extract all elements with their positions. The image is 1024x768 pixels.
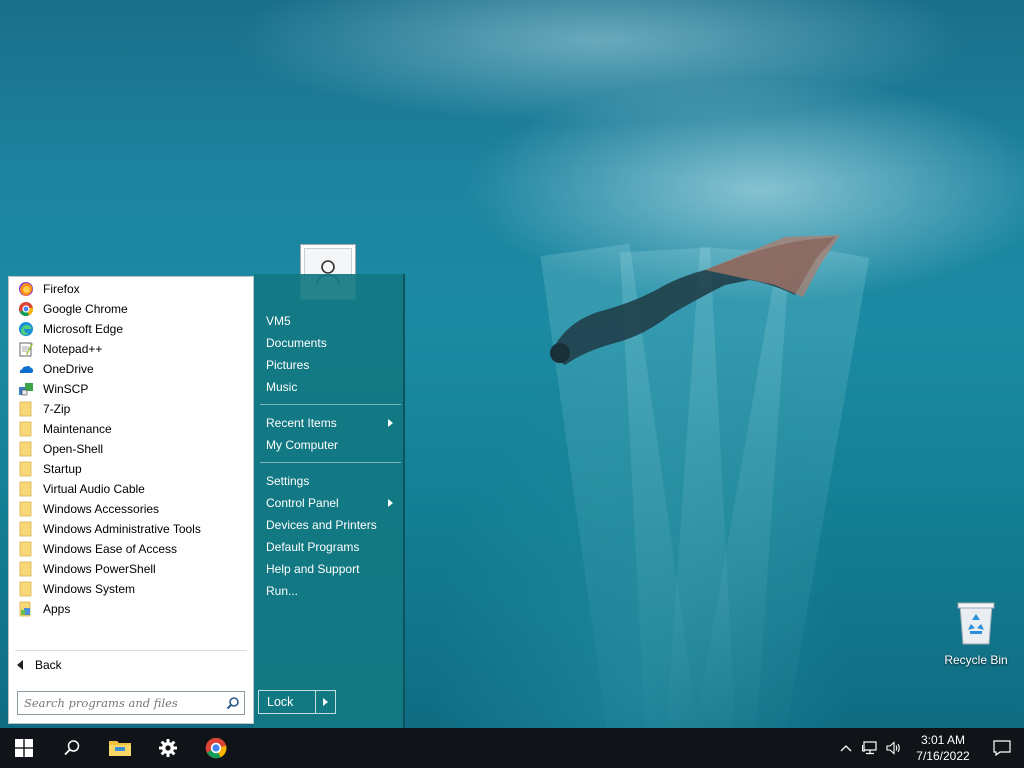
back-arrow-icon	[17, 660, 23, 670]
program-folder-windows-administrative-tools[interactable]: Windows Administrative Tools	[9, 519, 253, 539]
right-item-help-support[interactable]: Help and Support	[260, 558, 401, 580]
program-folder-windows-ease-of-access[interactable]: Windows Ease of Access	[9, 539, 253, 559]
folder-icon	[17, 480, 35, 498]
show-hidden-icons-button[interactable]	[834, 728, 858, 768]
search-box[interactable]	[17, 691, 245, 715]
folder-icon	[17, 420, 35, 438]
program-folder-virtual-audio-cable[interactable]: Virtual Audio Cable	[9, 479, 253, 499]
apps-icon	[17, 600, 35, 618]
speaker-icon	[886, 741, 900, 755]
program-folder-open-shell[interactable]: Open-Shell	[9, 439, 253, 459]
folder-icon	[17, 560, 35, 578]
winscp-icon	[17, 380, 35, 398]
clock-time: 3:01 AM	[920, 733, 966, 747]
right-item-devices-printers[interactable]: Devices and Printers	[260, 514, 401, 536]
search-input[interactable]	[18, 692, 222, 714]
volume-button[interactable]	[882, 728, 906, 768]
lock-button[interactable]: Lock	[259, 691, 315, 713]
program-onedrive[interactable]: OneDrive	[9, 359, 253, 379]
lock-button-group: Lock	[258, 690, 336, 714]
taskbar-chrome[interactable]	[192, 728, 240, 768]
start-menu-right-list: VM5 Documents Pictures Music Recent Item…	[260, 310, 401, 602]
program-folder-windows-system[interactable]: Windows System	[9, 579, 253, 599]
taskbar-file-explorer[interactable]	[96, 728, 144, 768]
right-item-documents[interactable]: Documents	[260, 332, 401, 354]
submenu-arrow-icon	[388, 419, 393, 427]
search-icon[interactable]	[222, 692, 244, 714]
right-item-music[interactable]: Music	[260, 376, 401, 398]
right-item-user[interactable]: VM5	[260, 310, 401, 332]
right-item-control-panel[interactable]: Control Panel	[260, 492, 401, 514]
program-microsoft-edge[interactable]: Microsoft Edge	[9, 319, 253, 339]
system-tray: 3:01 AM 7/16/2022	[834, 728, 1024, 768]
network-button[interactable]	[858, 728, 882, 768]
folder-icon	[17, 500, 35, 518]
program-notepad-plus-plus[interactable]: Notepad++	[9, 339, 253, 359]
back-button[interactable]: Back	[17, 655, 62, 675]
chevron-right-icon	[323, 698, 328, 706]
folder-icon	[17, 400, 35, 418]
folder-icon	[17, 580, 35, 598]
right-separator	[260, 456, 401, 463]
action-center-button[interactable]	[980, 728, 1024, 768]
notification-icon	[993, 740, 1011, 756]
start-menu: Firefox Google Chrome Microsoft Edge Not…	[4, 274, 405, 728]
program-folder-maintenance[interactable]: Maintenance	[9, 419, 253, 439]
right-item-pictures[interactable]: Pictures	[260, 354, 401, 376]
firefox-icon	[17, 280, 35, 298]
right-item-default-programs[interactable]: Default Programs	[260, 536, 401, 558]
chevron-up-icon	[840, 745, 852, 752]
program-folder-startup[interactable]: Startup	[9, 459, 253, 479]
clock-date: 7/16/2022	[916, 749, 970, 763]
program-apps[interactable]: Apps	[9, 599, 253, 619]
taskbar-settings[interactable]	[144, 728, 192, 768]
right-item-settings[interactable]: Settings	[260, 470, 401, 492]
program-firefox[interactable]: Firefox	[9, 279, 253, 299]
wallpaper-diver	[550, 235, 840, 365]
right-item-my-computer[interactable]: My Computer	[260, 434, 401, 456]
start-menu-programs-panel: Firefox Google Chrome Microsoft Edge Not…	[8, 276, 254, 724]
clock[interactable]: 3:01 AM 7/16/2022	[906, 732, 980, 764]
folder-icon	[17, 460, 35, 478]
right-separator	[260, 398, 401, 405]
submenu-arrow-icon	[388, 499, 393, 507]
programs-divider	[15, 650, 247, 651]
recycle-bin-icon	[957, 602, 995, 645]
gear-icon	[159, 739, 177, 757]
program-list: Firefox Google Chrome Microsoft Edge Not…	[9, 279, 253, 619]
recycle-bin-label: Recycle Bin	[944, 653, 1008, 667]
onedrive-icon	[17, 360, 35, 378]
taskbar-search-button[interactable]	[48, 728, 96, 768]
windows-logo-icon	[15, 739, 33, 757]
start-button[interactable]	[0, 728, 48, 768]
folder-icon	[17, 520, 35, 538]
program-folder-windows-accessories[interactable]: Windows Accessories	[9, 499, 253, 519]
notepadpp-icon	[17, 340, 35, 358]
program-folder-windows-powershell[interactable]: Windows PowerShell	[9, 559, 253, 579]
chrome-icon	[17, 300, 35, 318]
right-item-run[interactable]: Run...	[260, 580, 401, 602]
shutdown-options-button[interactable]	[315, 691, 335, 713]
taskbar: 3:01 AM 7/16/2022	[0, 728, 1024, 768]
network-icon	[862, 741, 877, 755]
search-icon	[64, 740, 80, 756]
folder-icon	[17, 540, 35, 558]
edge-icon	[17, 320, 35, 338]
recycle-bin[interactable]: Recycle Bin	[940, 600, 1012, 667]
program-folder-7zip[interactable]: 7-Zip	[9, 399, 253, 419]
right-item-recent-items[interactable]: Recent Items	[260, 412, 401, 434]
program-winscp[interactable]: WinSCP	[9, 379, 253, 399]
file-explorer-icon	[109, 741, 131, 756]
program-google-chrome[interactable]: Google Chrome	[9, 299, 253, 319]
chrome-icon	[205, 737, 227, 759]
folder-icon	[17, 440, 35, 458]
